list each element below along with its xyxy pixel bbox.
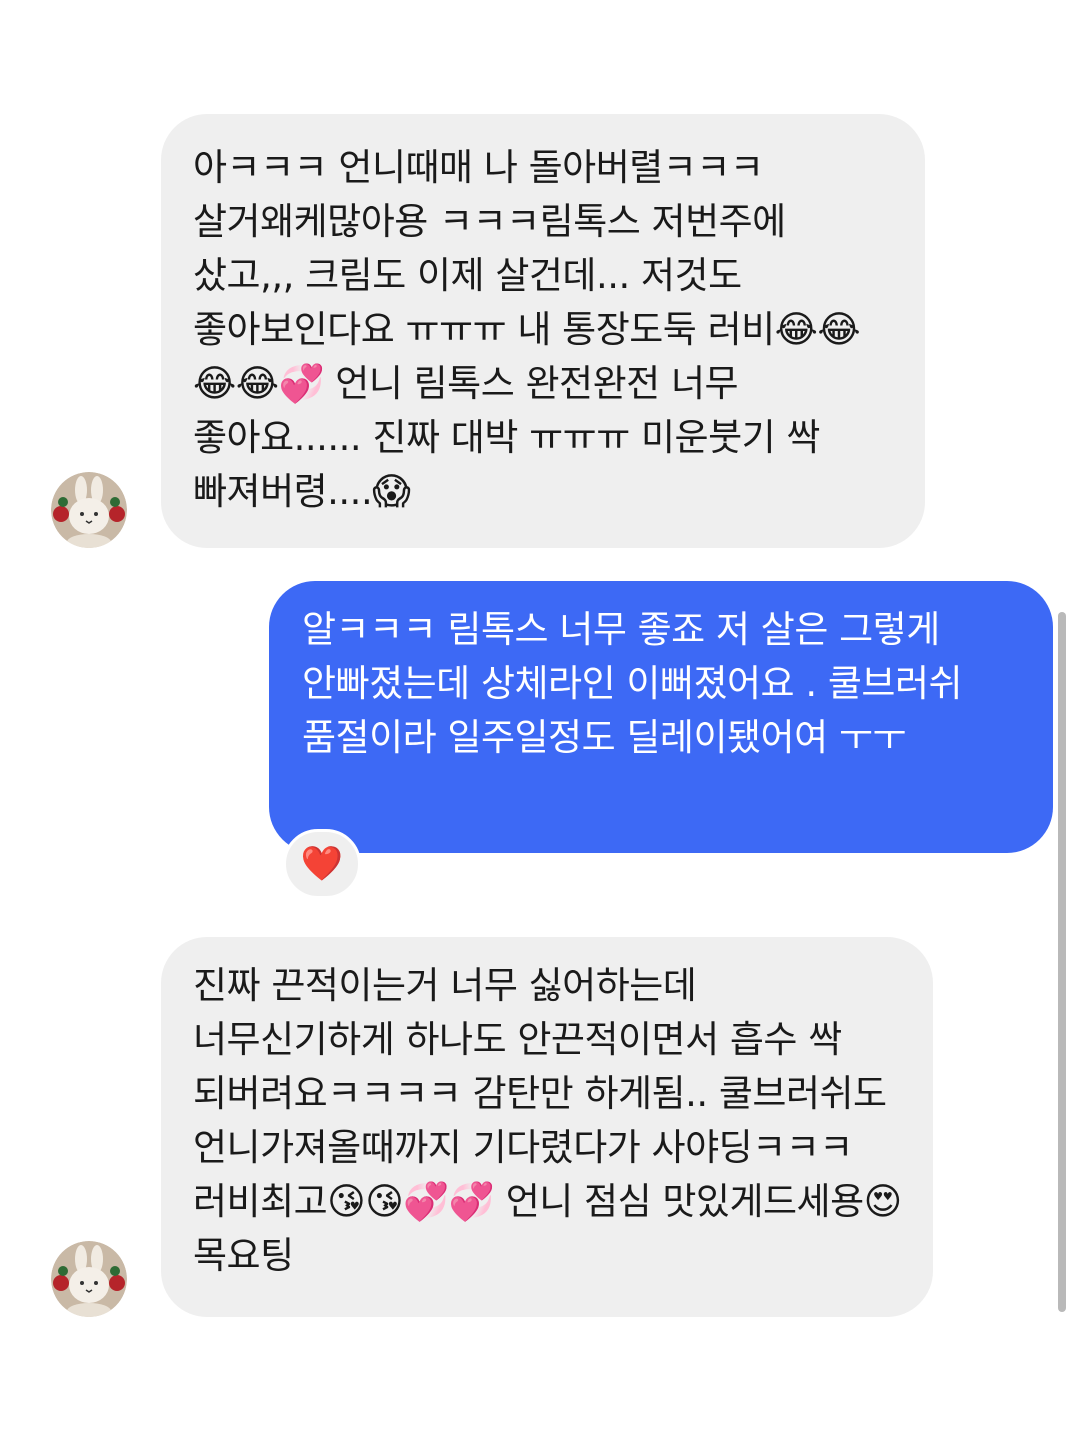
outgoing-message[interactable]: 알ㅋㅋㅋ 림톡스 너무 좋죠 저 살은 그렇게 안빠졌는데 상체라인 이뻐졌어요… bbox=[269, 581, 1053, 853]
incoming-message[interactable]: 진짜 끈적이는거 너무 싫어하는데 너무신기하게 하나도 안끈적이면서 흡수 싹… bbox=[161, 937, 933, 1317]
incoming-message[interactable]: 아ㅋㅋㅋ 언니때매 나 돌아버렬ㅋㅋㅋ 살거왜케많아용 ㅋㅋㅋ림톡스 저번주에 … bbox=[161, 114, 925, 548]
scrollbar[interactable] bbox=[1058, 612, 1066, 1312]
chat-thread: 아ㅋㅋㅋ 언니때매 나 돌아버렬ㅋㅋㅋ 살거왜케많아용 ㅋㅋㅋ림톡스 저번주에 … bbox=[0, 0, 1080, 1437]
heart-reaction[interactable]: ❤️ bbox=[283, 829, 361, 899]
message-text: 진짜 끈적이는거 너무 싫어하는데 너무신기하게 하나도 안끈적이면서 흡수 싹… bbox=[193, 964, 902, 1277]
heart-icon: ❤️ bbox=[300, 844, 344, 884]
message-text: 아ㅋㅋㅋ 언니때매 나 돌아버렬ㅋㅋㅋ 살거왜케많아용 ㅋㅋㅋ림톡스 저번주에 … bbox=[193, 146, 861, 513]
bunny-avatar-icon[interactable] bbox=[51, 472, 127, 548]
message-text: 알ㅋㅋㅋ 림톡스 너무 좋죠 저 살은 그렇게 안빠졌는데 상체라인 이뻐졌어요… bbox=[302, 608, 963, 759]
bunny-avatar-icon[interactable] bbox=[51, 1241, 127, 1317]
